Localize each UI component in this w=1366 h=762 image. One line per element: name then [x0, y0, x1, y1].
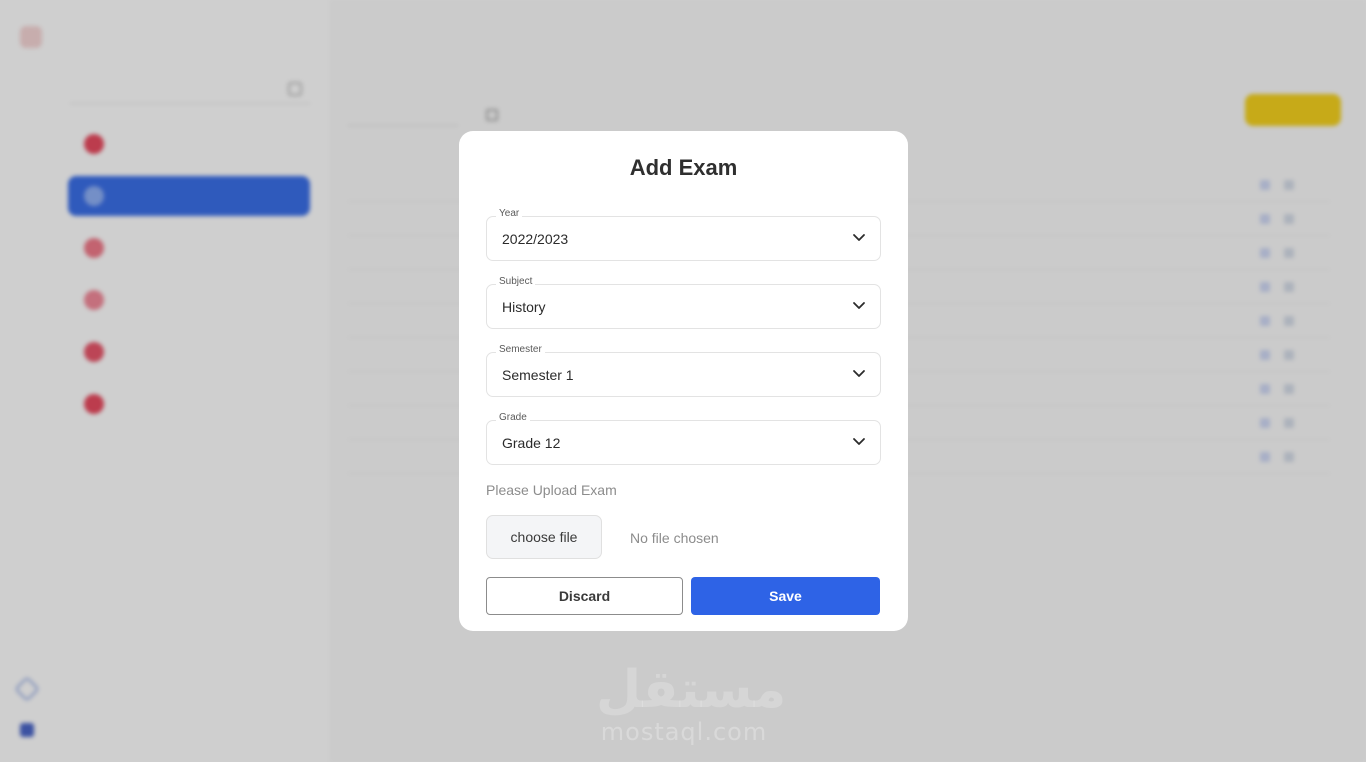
- chevron-down-icon: [853, 234, 865, 241]
- chevron-down-icon: [853, 438, 865, 445]
- semester-select[interactable]: Semester Semester 1: [486, 344, 881, 397]
- watermark-arabic: مستقل: [596, 660, 787, 720]
- year-label: Year: [496, 208, 523, 219]
- watermark-latin: mostaql.com: [600, 718, 768, 746]
- chevron-down-icon: [853, 370, 865, 377]
- year-select[interactable]: Year 2022/2023: [486, 208, 881, 261]
- grade-select[interactable]: Grade Grade 12: [486, 412, 881, 465]
- grade-label: Grade: [496, 412, 530, 423]
- upload-label: Please Upload Exam: [486, 482, 617, 498]
- subject-label: Subject: [496, 276, 536, 287]
- discard-button[interactable]: Discard: [486, 577, 683, 615]
- chevron-down-icon: [853, 302, 865, 309]
- add-exam-modal: Add Exam Year 2022/2023 Subject History …: [459, 131, 908, 631]
- grade-value: Grade 12: [502, 435, 561, 451]
- semester-value: Semester 1: [502, 367, 574, 383]
- file-status: No file chosen: [630, 530, 719, 546]
- modal-title: Add Exam: [629, 155, 738, 180]
- year-value: 2022/2023: [502, 231, 569, 247]
- save-button[interactable]: Save: [691, 577, 880, 615]
- subject-select[interactable]: Subject History: [486, 276, 881, 329]
- subject-value: History: [502, 299, 546, 315]
- choose-file-button[interactable]: choose file: [486, 515, 602, 559]
- semester-label: Semester: [496, 344, 545, 355]
